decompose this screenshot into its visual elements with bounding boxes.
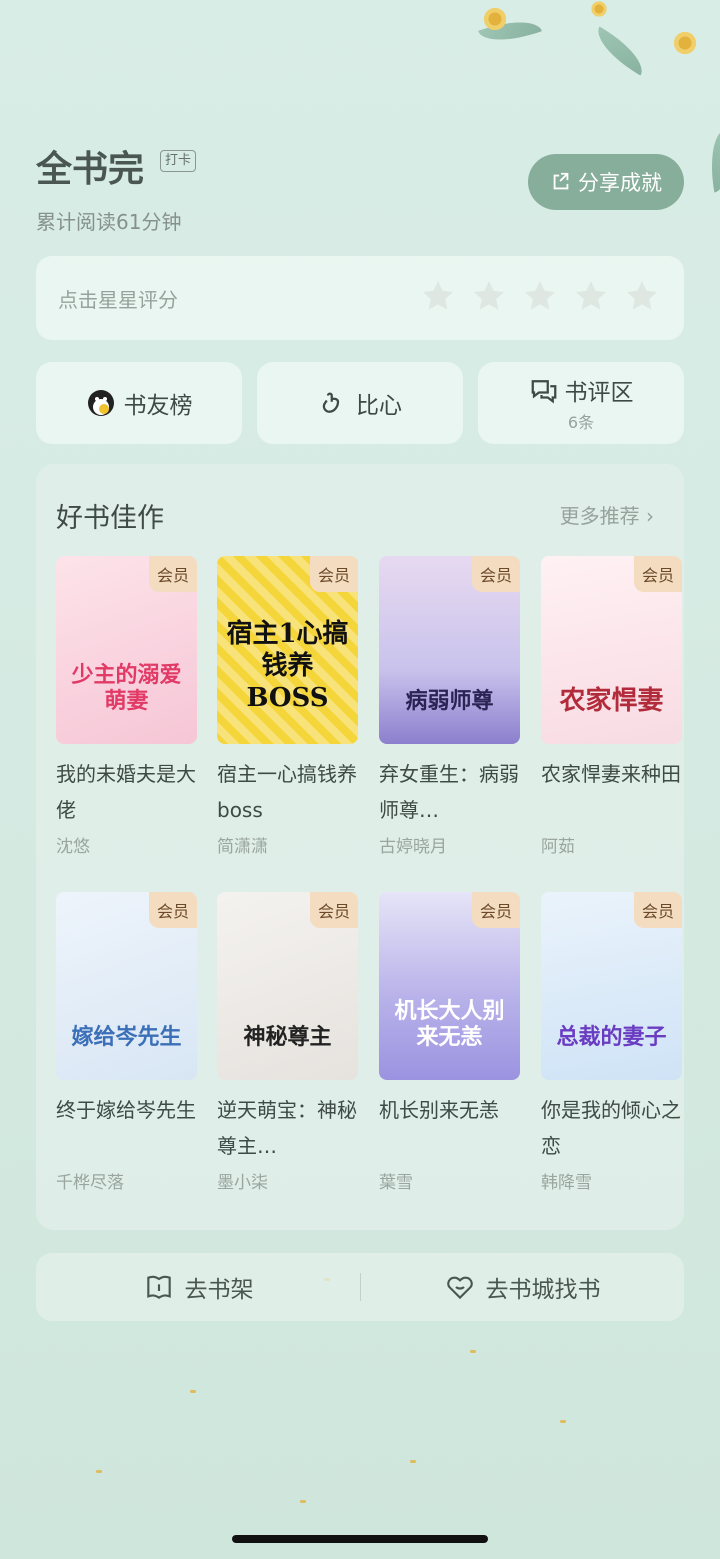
book-cover[interactable]: 神秘尊主 会员 xyxy=(217,892,358,1080)
bookshelf-icon xyxy=(146,1275,171,1299)
share-achievement-button[interactable]: 分享成就 xyxy=(528,154,684,210)
book-card[interactable]: 神秘尊主 会员 逆天萌宝：神秘尊主… 墨小柒 xyxy=(217,892,358,1193)
bottom-action-bar: 去书架 去书城找书 xyxy=(36,1253,684,1321)
cover-title: 神秘尊主 xyxy=(243,1024,332,1050)
heart-button[interactable]: 比心 xyxy=(257,362,463,444)
book-cover[interactable]: 宿主1心搞钱养BOSS 会员 xyxy=(217,556,358,744)
book-cover[interactable]: 少主的溺爱萌妻 会员 xyxy=(56,556,197,744)
cover-title: 少主的溺爱萌妻 xyxy=(71,662,182,714)
book-card[interactable]: 少主的溺爱萌妻 会员 我的未婚夫是大佬 沈悠 xyxy=(56,556,197,857)
cover-title: 农家悍妻 xyxy=(559,686,664,716)
book-cover[interactable]: 嫁给岑先生 会员 xyxy=(56,892,197,1080)
book-card[interactable]: 总裁的妻子 会员 你是我的倾心之恋 韩降雪 xyxy=(541,892,682,1193)
book-cover[interactable]: 农家悍妻 会员 xyxy=(541,556,682,744)
book-author: 沈悠 xyxy=(56,837,90,857)
star-rating[interactable] xyxy=(420,278,660,314)
cover-title: 总裁的妻子 xyxy=(556,1024,667,1050)
book-author: 阿茹 xyxy=(541,837,575,857)
book-title: 宿主一心搞钱养 boss xyxy=(217,762,357,822)
page-title: 全书完 xyxy=(36,149,145,190)
vip-badge: 会员 xyxy=(633,892,682,928)
vip-badge: 会员 xyxy=(471,892,520,928)
star-icon[interactable] xyxy=(522,278,558,314)
book-cover[interactable]: 病弱师尊 会员 xyxy=(379,556,520,744)
book-card[interactable]: 嫁给岑先生 会员 终于嫁给岑先生 千桦尽落 xyxy=(56,892,197,1193)
home-indicator[interactable] xyxy=(232,1535,488,1543)
share-label: 分享成就 xyxy=(578,171,662,195)
book-author: 韩降雪 xyxy=(541,1173,592,1193)
heart-outline-icon xyxy=(446,1276,473,1300)
vip-badge: 会员 xyxy=(633,556,682,592)
book-title: 终于嫁给岑先生 xyxy=(56,1098,196,1122)
penguin-icon xyxy=(87,390,114,416)
reading-time: 累计阅读61分钟 xyxy=(36,210,182,234)
more-recommendations-link[interactable]: 更多推荐 › xyxy=(560,500,654,529)
book-title: 弃女重生：病弱师尊… xyxy=(379,762,519,822)
heart-label: 比心 xyxy=(356,393,402,419)
book-card[interactable]: 农家悍妻 会员 农家悍妻来种田 阿茹 xyxy=(541,556,682,857)
recommendation-panel: 好书佳作 更多推荐 › 少主的溺爱萌妻 会员 我的未婚夫是大佬 沈悠 宿主1心搞… xyxy=(36,464,684,1230)
book-title: 机长别来无恙 xyxy=(379,1098,499,1122)
star-icon[interactable] xyxy=(420,278,456,314)
book-author: 简潇潇 xyxy=(217,837,268,857)
rating-hint: 点击星星评分 xyxy=(58,288,178,312)
finger-heart-icon xyxy=(322,392,340,413)
comment-icon xyxy=(531,380,556,404)
review-count: 6条 xyxy=(567,413,595,432)
book-title: 农家悍妻来种田 xyxy=(541,762,681,786)
book-cover[interactable]: 机长大人别来无恙 会员 xyxy=(379,892,520,1080)
friends-label: 书友榜 xyxy=(123,393,193,419)
review-label: 书评区 xyxy=(564,380,634,406)
review-section-button[interactable]: 书评区 6条 xyxy=(478,362,684,444)
book-author: 墨小柒 xyxy=(217,1173,268,1193)
book-title: 我的未婚夫是大佬 xyxy=(56,762,196,822)
book-title: 逆天萌宝：神秘尊主… xyxy=(217,1098,357,1158)
book-card[interactable]: 病弱师尊 会员 弃女重生：病弱师尊… 古婷晓月 xyxy=(379,556,520,857)
vip-badge: 会员 xyxy=(148,892,197,928)
shelf-label: 去书架 xyxy=(184,1277,254,1303)
book-friends-ranking-button[interactable]: 书友榜 xyxy=(36,362,242,444)
section-title: 好书佳作 xyxy=(56,503,164,534)
share-icon xyxy=(553,172,569,190)
book-author: 古婷晓月 xyxy=(379,837,447,857)
book-author: 千桦尽落 xyxy=(56,1173,124,1193)
vip-badge: 会员 xyxy=(309,556,358,592)
book-title: 你是我的倾心之恋 xyxy=(541,1098,681,1158)
store-label: 去书城找书 xyxy=(485,1277,601,1303)
vip-badge: 会员 xyxy=(148,556,197,592)
cover-title: 宿主1心搞钱养BOSS xyxy=(226,619,349,713)
cover-title: 病弱师尊 xyxy=(405,688,494,714)
book-cover[interactable]: 总裁的妻子 会员 xyxy=(541,892,682,1080)
go-to-bookshelf-button[interactable]: 去书架 xyxy=(36,1253,360,1321)
star-icon[interactable] xyxy=(624,278,660,314)
vip-badge: 会员 xyxy=(309,892,358,928)
star-icon[interactable] xyxy=(471,278,507,314)
go-to-bookstore-button[interactable]: 去书城找书 xyxy=(360,1253,684,1321)
vip-badge: 会员 xyxy=(471,556,520,592)
star-icon[interactable] xyxy=(573,278,609,314)
book-card[interactable]: 宿主1心搞钱养BOSS 会员 宿主一心搞钱养 boss 简潇潇 xyxy=(217,556,358,857)
book-author: 葉雪 xyxy=(379,1173,413,1193)
rating-card: 点击星星评分 xyxy=(36,256,684,340)
checkin-tag[interactable]: 打卡 xyxy=(160,150,197,172)
cover-title: 嫁给岑先生 xyxy=(71,1024,182,1050)
book-card[interactable]: 机长大人别来无恙 会员 机长别来无恙 葉雪 xyxy=(379,892,520,1193)
cover-title: 机长大人别来无恙 xyxy=(394,998,505,1050)
